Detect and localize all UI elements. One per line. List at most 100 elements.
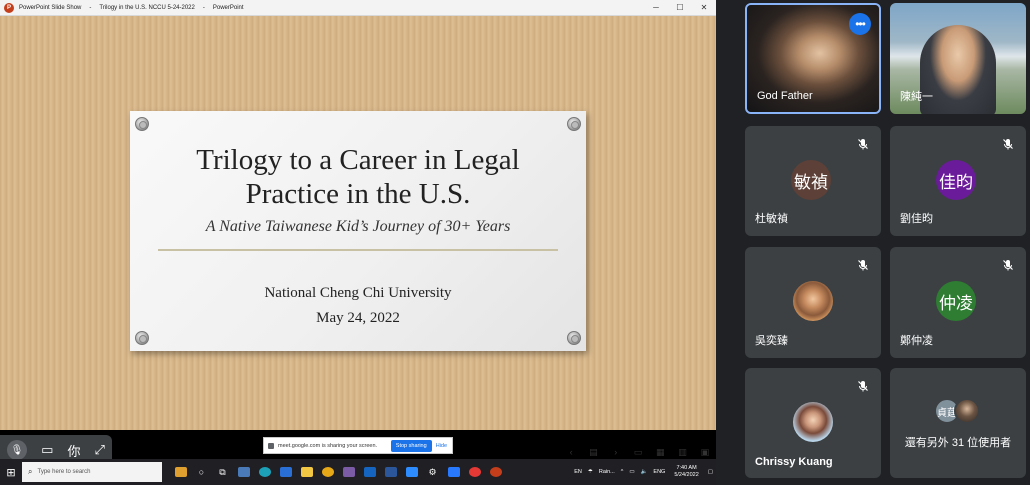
previous-slide-icon[interactable]: ‹	[564, 447, 578, 457]
app-icon[interactable]	[338, 463, 359, 481]
ime-indicator[interactable]: EN	[574, 469, 582, 475]
mic-muted-icon	[1000, 257, 1016, 273]
document-title: Trilogy in the U.S. NCCU 5-24-2022	[99, 4, 195, 11]
screw-decoration	[567, 331, 581, 345]
participant-tile[interactable]: Chrissy Kuang	[745, 368, 881, 478]
normal-view-icon[interactable]: ▭	[631, 447, 645, 458]
window-titlebar: P PowerPoint Slide Show - Trilogy in the…	[0, 0, 716, 16]
mic-muted-icon	[855, 257, 871, 273]
participant-name: Chrissy Kuang	[755, 456, 833, 468]
mic-muted-icon	[855, 378, 871, 394]
slide-organization: National Cheng Chi University	[264, 285, 452, 301]
expand-icon[interactable]: ⤢	[95, 442, 105, 458]
next-slide-icon[interactable]: ›	[609, 447, 623, 457]
minimize-button[interactable]: ─	[644, 0, 668, 15]
weather-text[interactable]: Rain...	[599, 469, 615, 475]
screw-decoration	[135, 331, 149, 345]
participant-name: 陳純一	[900, 91, 933, 103]
clock[interactable]: 7:40 AM 5/24/2022	[674, 465, 698, 479]
language-indicator[interactable]: ENG	[653, 469, 665, 475]
participant-avatar: 仲凌	[936, 281, 976, 321]
participant-name: 鄭仲凌	[900, 335, 933, 347]
screw-decoration	[135, 117, 149, 131]
hide-button[interactable]: Hide	[436, 443, 447, 449]
word-icon[interactable]	[380, 463, 401, 481]
clock-date: 5/24/2022	[674, 472, 699, 478]
divider	[158, 249, 558, 251]
participant-name: God Father	[757, 90, 813, 102]
participant-tile[interactable]: 敏禎 杜敏禎	[745, 126, 881, 236]
app-icon[interactable]	[443, 463, 464, 481]
share-banner-text: meet.google.com is sharing your screen.	[278, 442, 378, 449]
chevron-up-icon[interactable]: ^	[621, 469, 624, 475]
participant-grid: ••• God Father 陳純一 敏禎 杜敏禎 佳昀 劉佳昀 吳奕臻 仲凌 …	[716, 0, 1030, 485]
mail-icon[interactable]	[275, 463, 296, 481]
other-participants-tile[interactable]: 貞莛 還有另外 31 位使用者	[890, 368, 1026, 478]
powerpoint-icon: P	[4, 2, 14, 13]
desktop: P PowerPoint Slide Show - Trilogy in the…	[0, 0, 1030, 485]
ime-indicator[interactable]: 你	[67, 441, 80, 460]
app-icon[interactable]	[317, 463, 338, 481]
screw-decoration	[567, 117, 581, 131]
close-button[interactable]: ✕	[692, 0, 716, 15]
reading-view-icon[interactable]: ▥	[676, 447, 690, 458]
more-options-icon[interactable]: •••	[849, 13, 871, 35]
app-label: PowerPoint Slide Show	[19, 4, 82, 11]
slide-title-line-2: Practice in the U.S.	[245, 178, 471, 210]
notifications-icon[interactable]: ▢	[708, 469, 713, 475]
participant-avatar	[954, 398, 980, 424]
powerpoint-icon[interactable]	[485, 463, 506, 481]
slide-sorter-icon[interactable]: ▦	[653, 447, 667, 458]
stop-sharing-button[interactable]: Stop sharing	[390, 439, 432, 452]
participant-avatar: 敏禎	[791, 160, 831, 200]
participant-name: 杜敏禎	[755, 213, 788, 225]
slide-canvas[interactable]: Trilogy to a Career in Legal Practice in…	[0, 16, 716, 430]
participant-tile[interactable]: 陳純一	[890, 3, 1026, 114]
camera-off-icon[interactable]: ▭	[41, 442, 53, 458]
taskbar-apps: ○ ⧉ ⚙	[170, 463, 506, 481]
participant-tile[interactable]: 佳昀 劉佳昀	[890, 126, 1026, 236]
shared-screen: P PowerPoint Slide Show - Trilogy in the…	[0, 0, 716, 485]
microphone-off-icon[interactable]: 🎙	[7, 440, 28, 460]
other-participants-count: 還有另外 31 位使用者	[904, 437, 1012, 449]
mic-muted-icon	[1000, 136, 1016, 152]
zoom-icon[interactable]	[401, 463, 422, 481]
network-icon[interactable]: ▭	[629, 469, 634, 475]
slide-date: May 24, 2022	[316, 310, 400, 326]
clock-time: 7:40 AM	[676, 465, 697, 471]
windows-start-icon[interactable]: ⊞	[0, 459, 22, 485]
taskbar-search-box[interactable]: ⌕ Type here to search	[22, 462, 162, 482]
participant-avatar	[793, 402, 833, 442]
window-buttons: ─ ☐ ✕	[644, 0, 716, 15]
app-name: PowerPoint	[212, 4, 244, 11]
slide-title-card: Trilogy to a Career in Legal Practice in…	[130, 111, 586, 351]
weather-widget-icon[interactable]	[170, 463, 191, 481]
maximize-button[interactable]: ☐	[668, 0, 692, 15]
windows-taskbar: ⊞ ⌕ Type here to search ○ ⧉ ⚙ EN ☂ Rain.…	[0, 459, 716, 485]
system-tray: EN ☂ Rain... ^ ▭ 🔈 ENG 7:40 AM 5/24/2022…	[571, 465, 716, 479]
outlook-icon[interactable]	[359, 463, 380, 481]
participant-name: 劉佳昀	[900, 213, 933, 225]
slide-title: Trilogy to a Career in Legal Practice in…	[130, 143, 586, 211]
participant-tile-god-father[interactable]: ••• God Father	[745, 3, 881, 114]
slideshow-view-icon[interactable]: ▣	[698, 447, 712, 458]
app-icon[interactable]	[233, 463, 254, 481]
weather-icon: ☂	[587, 469, 593, 475]
separator: -	[89, 4, 92, 11]
chrome-icon[interactable]	[464, 463, 485, 481]
slideshow-controls: ‹ ▤ › ▭ ▦ ▥ ▣	[560, 444, 716, 460]
screen-share-banner: meet.google.com is sharing your screen. …	[263, 437, 453, 454]
volume-icon[interactable]: 🔈	[641, 469, 648, 475]
search-icon: ⌕	[28, 467, 33, 476]
file-explorer-icon[interactable]	[296, 463, 317, 481]
settings-icon[interactable]: ⚙	[422, 463, 443, 481]
search-placeholder: Type here to search	[37, 469, 91, 475]
separator: -	[202, 4, 205, 11]
mic-muted-icon	[855, 136, 871, 152]
participant-tile[interactable]: 仲凌 鄭仲凌	[890, 247, 1026, 358]
edge-icon[interactable]	[254, 463, 275, 481]
participant-tile[interactable]: 吳奕臻	[745, 247, 881, 358]
slide-menu-icon[interactable]: ▤	[586, 447, 600, 458]
task-view-icon[interactable]: ⧉	[212, 463, 233, 481]
cortana-icon[interactable]: ○	[191, 463, 212, 481]
